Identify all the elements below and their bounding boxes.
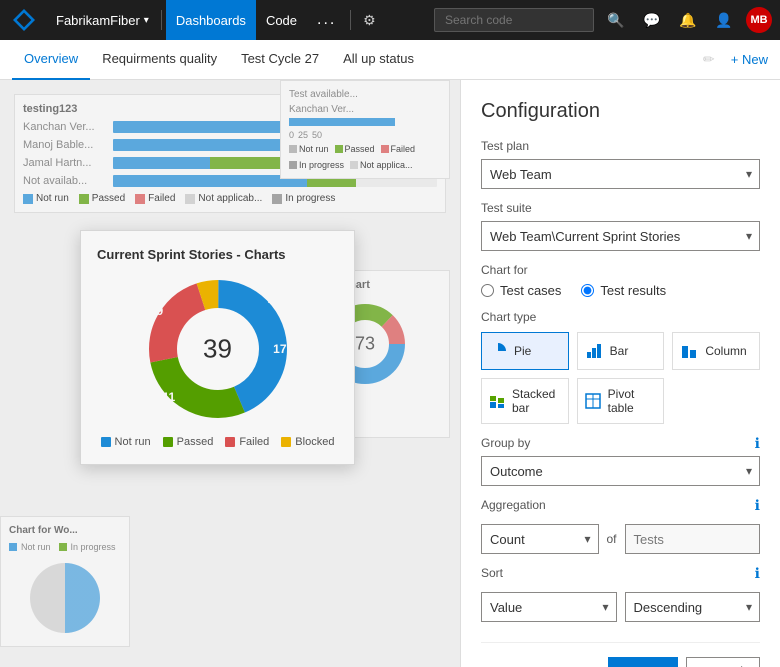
chart-type-pivot-table[interactable]: Pivot table xyxy=(577,378,665,424)
logo[interactable] xyxy=(8,4,40,36)
sort-value-select[interactable]: Value xyxy=(481,592,617,622)
sort-row: Value Descending xyxy=(481,592,760,622)
sort-value-select-wrap: Value xyxy=(481,592,617,622)
legend-failed: Failed xyxy=(225,436,269,448)
aggregation-of: of xyxy=(607,532,617,546)
person-icon[interactable]: 👤 xyxy=(710,6,738,34)
aggregation-info-icon[interactable]: ℹ xyxy=(755,497,760,514)
sort-label: Sort xyxy=(481,566,503,580)
search-icon[interactable]: 🔍 xyxy=(602,6,630,34)
sort-info-icon[interactable]: ℹ xyxy=(755,565,760,582)
avatar[interactable]: MB xyxy=(746,7,772,33)
label-failed: 9 xyxy=(157,304,164,318)
bg-section-2-legend: Not run Passed Failed In progress Not ap… xyxy=(289,144,441,170)
stacked-bar-icon xyxy=(488,391,506,411)
chart-type-bar[interactable]: Bar xyxy=(577,332,665,370)
group-by-select[interactable]: Outcome xyxy=(481,456,760,486)
top-nav: FabrikamFiber ▾ Dashboards Code ... ⚙ 🔍 … xyxy=(0,0,780,40)
legend-passed: Passed xyxy=(163,436,214,448)
label-not-run: 17 xyxy=(273,342,286,356)
chart-card-title: Current Sprint Stories - Charts xyxy=(97,247,338,262)
legend-blocked: Blocked xyxy=(281,436,334,448)
aggregation-tests: Tests xyxy=(625,524,761,554)
aggregation-row: Count of Tests xyxy=(481,524,760,554)
label-blocked: 2 xyxy=(268,292,275,306)
chart-type-pie[interactable]: Pie xyxy=(481,332,569,370)
donut-center-value: 39 xyxy=(203,334,232,365)
left-panel: testing123 Kanchan Ver... Manoj Bable... xyxy=(0,80,460,667)
pencil-icon[interactable]: ✏ xyxy=(695,46,723,74)
action-bar: Save Cancel xyxy=(481,642,760,667)
tab-test-cycle[interactable]: Test Cycle 27 xyxy=(229,40,331,80)
column-icon xyxy=(679,341,699,361)
pivot-table-icon xyxy=(584,391,602,411)
test-suite-select[interactable]: Web Team\Current Sprint Stories xyxy=(481,221,760,251)
nav-more[interactable]: ... xyxy=(307,0,346,40)
tab-requirements-quality[interactable]: Requirments quality xyxy=(90,40,229,80)
aggregation-label: Aggregation xyxy=(481,498,546,512)
nav-divider xyxy=(161,10,162,30)
chart-type-column[interactable]: Column xyxy=(672,332,760,370)
sub-nav-actions: ✏ + New xyxy=(695,46,768,74)
settings-icon[interactable]: ⚙ xyxy=(355,6,383,34)
new-button[interactable]: + New xyxy=(731,52,768,67)
bell-icon[interactable]: 🔔 xyxy=(674,6,702,34)
donut-container: 2 17 11 9 39 xyxy=(97,274,338,424)
chevron-down-icon: ▾ xyxy=(144,15,149,26)
group-by-row-header: Group by ℹ xyxy=(481,424,760,456)
chart-for-radio-group: Test cases Test results xyxy=(481,283,760,298)
org-name[interactable]: FabrikamFiber ▾ xyxy=(48,13,157,28)
chart-type-label: Chart type xyxy=(481,310,760,324)
tab-all-status[interactable]: All up status xyxy=(331,40,426,80)
nav-divider2 xyxy=(350,10,351,30)
cancel-button[interactable]: Cancel xyxy=(686,657,760,667)
label-passed: 11 xyxy=(163,390,176,404)
pie-icon xyxy=(488,341,508,361)
test-plan-label: Test plan xyxy=(481,139,760,153)
aggregation-row-header: Aggregation ℹ xyxy=(481,486,760,518)
legend-not-run: Not run xyxy=(101,436,151,448)
save-button[interactable]: Save xyxy=(608,657,678,667)
donut-chart: 2 17 11 9 39 xyxy=(143,274,293,424)
group-by-label: Group by xyxy=(481,436,530,450)
chart-card: Current Sprint Stories - Charts xyxy=(80,230,355,465)
aggregation-select[interactable]: Count xyxy=(481,524,599,554)
tab-overview[interactable]: Overview xyxy=(12,40,90,80)
bg-section-2: Test available... Kanchan Ver... 02550 N… xyxy=(280,80,450,179)
chart-legend: Not run Passed Failed Blocked xyxy=(97,436,338,448)
bar-icon xyxy=(584,341,604,361)
sub-nav: Overview Requirments quality Test Cycle … xyxy=(0,40,780,80)
bg-legend: Not run Passed Failed Not applicab... In… xyxy=(23,193,437,204)
group-by-select-wrap: Outcome xyxy=(481,456,760,486)
chat-icon[interactable]: 💬 xyxy=(638,6,666,34)
test-suite-select-wrap: Web Team\Current Sprint Stories xyxy=(481,221,760,251)
search-input[interactable] xyxy=(434,8,594,32)
nav-dashboards[interactable]: Dashboards xyxy=(166,0,256,40)
chart-type-stacked-bar[interactable]: Stacked bar xyxy=(481,378,569,424)
test-plan-select[interactable]: Web Team xyxy=(481,159,760,189)
main-layout: testing123 Kanchan Ver... Manoj Bable... xyxy=(0,80,780,667)
radio-test-results[interactable]: Test results xyxy=(581,283,666,298)
sort-direction-select-wrap: Descending xyxy=(625,592,761,622)
group-by-info-icon[interactable]: ℹ xyxy=(755,435,760,452)
chart-for-label: Chart for xyxy=(481,263,760,277)
test-suite-label: Test suite xyxy=(481,201,760,215)
sort-row-header: Sort ℹ xyxy=(481,554,760,586)
test-plan-select-wrap: Web Team xyxy=(481,159,760,189)
sort-direction-select[interactable]: Descending xyxy=(625,592,761,622)
background-content: testing123 Kanchan Ver... Manoj Bable... xyxy=(0,80,460,227)
configuration-panel: Configuration Test plan Web Team Test su… xyxy=(460,80,780,667)
config-title: Configuration xyxy=(481,100,760,123)
nav-icons: 🔍 💬 🔔 👤 MB xyxy=(602,6,772,34)
aggregation-select-wrap: Count xyxy=(481,524,599,554)
bg-chart-wo: Chart for Wo... Not run In progress xyxy=(0,516,130,647)
radio-test-cases[interactable]: Test cases xyxy=(481,283,561,298)
chart-type-grid: Pie Bar xyxy=(481,332,760,424)
nav-code[interactable]: Code xyxy=(256,0,307,40)
